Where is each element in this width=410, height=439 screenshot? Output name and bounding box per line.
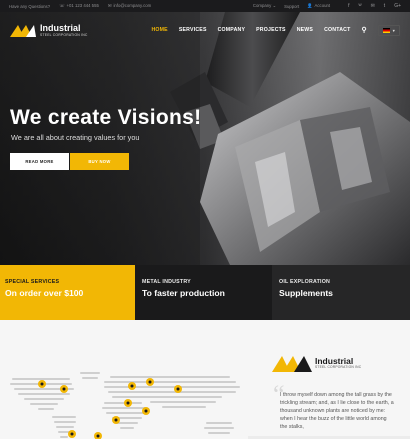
mail-icon[interactable]: ✉ [371,3,375,9]
feature-oil-exploration[interactable]: OIL EXPLORATION Supplements [272,265,410,320]
world-map [10,372,240,439]
company-dropdown[interactable]: Company ⌄ [253,3,276,9]
mail-icon: ✉ [107,3,112,8]
logo-tagline: STEEL CORPORATION INC [40,32,88,37]
feature-title: On order over $100 [5,288,84,298]
logo-name: Industrial [40,22,81,33]
account-link[interactable]: 👤 Account [307,3,330,9]
nav-contact[interactable]: CONTACT [324,27,350,33]
vimeo-icon[interactable]: ᵂ [358,3,361,9]
hero-slider: Industrial STEEL CORPORATION INC HOME SE… [0,12,410,265]
company-label: Company [252,3,272,8]
feature-title: To faster production [142,288,225,298]
feature-strip: SPECIAL SERVICES On order over $100 META… [0,265,410,320]
logo-icon [272,356,312,372]
support-link[interactable]: Support [284,4,299,9]
about-logo: Industrial STEEL CORPORATION INC [272,354,361,372]
hero-headline: We create Visions! [10,106,202,129]
hero-subheading: We are all about creating values for you [11,133,140,142]
feature-kicker: SPECIAL SERVICES [5,279,60,285]
read-more-button[interactable]: READ MORE [10,153,69,170]
feature-title: Supplements [279,288,333,298]
nav-company[interactable]: COMPANY [218,27,246,33]
question-text: Have any Questions? [9,3,51,9]
logo-icon [10,25,36,37]
feature-metal-industry[interactable]: METAL INDUSTRY To faster production [135,265,272,320]
google-plus-icon[interactable]: G+ [394,3,401,9]
phone-link[interactable]: ☏ +01 123 444 555 [59,3,99,9]
email-link[interactable]: ✉ info@company.com [108,3,151,9]
social-links: f ᵂ ✉ t G+ [348,3,401,9]
chevron-down-icon: ⌄ [272,3,277,8]
top-utility-bar: Have any Questions? ☏ +01 123 444 555 ✉ in… [0,0,410,12]
about-section: Industrial STEEL CORPORATION INC “ I thr… [0,320,410,439]
nav-home[interactable]: HOME [151,27,167,33]
about-logo-name: Industrial [315,355,354,366]
about-logo-tagline: STEEL CORPORATION INC [315,365,362,370]
feature-special-services[interactable]: SPECIAL SERVICES On order over $100 [0,265,135,320]
buy-now-button[interactable]: BUY NOW [70,153,129,170]
site-logo[interactable]: Industrial STEEL CORPORATION INC [10,23,88,37]
nav-menu: HOME SERVICES COMPANY PROJECTS NEWS CONT… [151,24,400,36]
nav-projects[interactable]: PROJECTS [256,27,286,33]
nav-news[interactable]: NEWS [297,27,313,33]
language-selector[interactable]: ▾ [377,24,400,36]
user-icon: 👤 [307,3,313,8]
main-navigation: Industrial STEEL CORPORATION INC HOME SE… [0,12,410,48]
german-flag-icon [382,27,390,33]
tumblr-icon[interactable]: t [384,3,385,9]
phone-icon: ☏ [59,3,65,8]
feature-kicker: OIL EXPLORATION [279,279,331,285]
chevron-down-icon: ▾ [392,27,395,33]
feature-kicker: METAL INDUSTRY [142,279,191,285]
nav-services[interactable]: SERVICES [179,27,207,33]
about-quote: I throw myself down among the tall grass… [280,392,394,431]
facebook-icon[interactable]: f [348,3,349,9]
email-address: info@company.com [113,3,152,8]
search-icon[interactable]: ⚲ [361,26,366,34]
phone-number: +01 123 444 555 [66,3,99,8]
account-label: Account [314,3,331,8]
